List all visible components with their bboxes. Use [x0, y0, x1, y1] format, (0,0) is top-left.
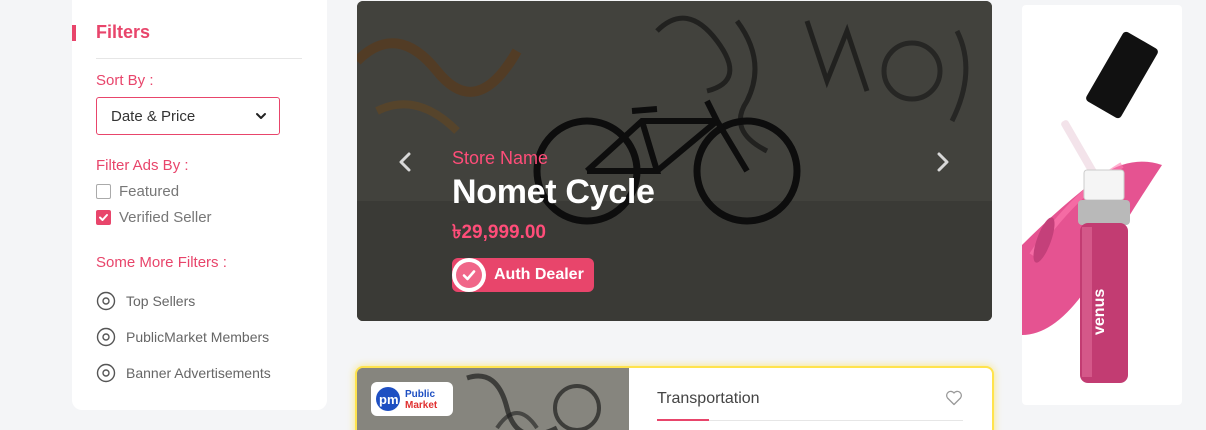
verified-seller-checkbox[interactable]: [96, 210, 111, 225]
sort-by-label: Sort By :: [96, 72, 154, 89]
featured-carousel[interactable]: Store Name Nomet Cycle ৳29,999.00 Auth D…: [357, 1, 992, 321]
filters-title: Filters: [96, 22, 151, 42]
heart-icon[interactable]: [945, 390, 963, 406]
listing-card[interactable]: pm Public Market Transportation: [355, 366, 994, 430]
radio-publicmarket-members[interactable]: PublicMarket Members: [96, 327, 303, 347]
svg-text:pm: pm: [379, 392, 399, 407]
listing-thumbnail[interactable]: pm Public Market: [357, 368, 629, 430]
filters-panel: Filters Sort By : Date & Price Filter Ad…: [72, 0, 327, 410]
side-ad-banner[interactable]: venus: [1022, 5, 1182, 405]
filter-ads-label: Filter Ads By :: [96, 157, 189, 174]
sort-select-value: Date & Price: [111, 107, 196, 125]
radio-target-icon: [96, 327, 116, 347]
radio-label: Banner Advertisements: [126, 365, 271, 381]
radio-banner-advertisements[interactable]: Banner Advertisements: [96, 363, 303, 383]
venus-logo: venus: [1091, 289, 1108, 335]
chevron-left-icon: [399, 152, 411, 172]
verified-seller-label: Verified Seller: [119, 209, 212, 226]
chevron-down-icon: [255, 110, 267, 122]
featured-label: Featured: [119, 183, 180, 200]
product-title[interactable]: Nomet Cycle: [452, 173, 655, 212]
svg-text:Public: Public: [405, 389, 435, 400]
radio-target-icon: [96, 363, 116, 383]
sort-select[interactable]: Date & Price: [96, 97, 280, 135]
radio-top-sellers[interactable]: Top Sellers: [96, 291, 303, 311]
filters-divider: [96, 58, 302, 59]
listing-category[interactable]: Transportation: [657, 390, 760, 408]
more-filters-label: Some More Filters :: [96, 254, 227, 271]
check-icon: [99, 214, 108, 221]
carousel-next-button[interactable]: [933, 151, 953, 173]
store-name-label: Store Name: [452, 148, 549, 168]
radio-target-icon: [96, 291, 116, 311]
lipgloss-product-image: venus: [1022, 31, 1162, 383]
svg-text:Market: Market: [405, 400, 438, 411]
slide-caption: Store Name Nomet Cycle ৳29,999.00 Auth D…: [452, 148, 655, 292]
product-price: ৳29,999.00: [452, 222, 546, 243]
filters-accent-bar: [72, 25, 76, 41]
featured-checkbox[interactable]: [96, 184, 111, 199]
featured-checkbox-row[interactable]: Featured: [96, 183, 303, 200]
radio-label: Top Sellers: [126, 293, 196, 309]
radio-label: PublicMarket Members: [126, 329, 270, 345]
auth-dealer-badge: Auth Dealer: [452, 258, 594, 292]
publicmarket-logo: pm Public Market: [371, 382, 453, 416]
verified-check-icon: [452, 258, 486, 292]
verified-seller-checkbox-row[interactable]: Verified Seller: [96, 209, 303, 226]
auth-dealer-label: Auth Dealer: [494, 266, 584, 283]
carousel-prev-button[interactable]: [395, 151, 415, 173]
chevron-right-icon: [937, 152, 949, 172]
category-divider-accent: [657, 419, 709, 421]
